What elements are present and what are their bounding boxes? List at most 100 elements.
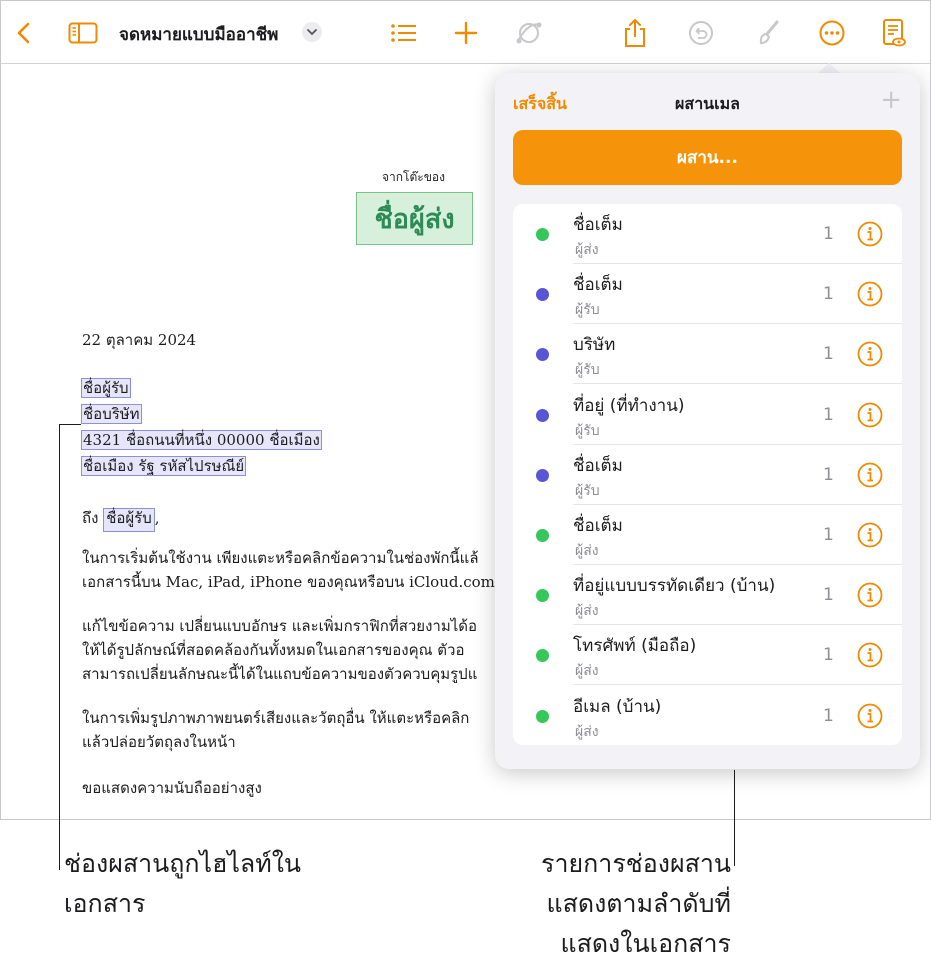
merge-field-row[interactable]: ชื่อเต็มผู้รับ 1 (513, 445, 902, 505)
merge-field-row[interactable]: อีเมล (บ้าน) ผู้ส่ง 1 (513, 686, 902, 745)
done-button[interactable]: เสร็จสิ้น (513, 92, 567, 117)
merge-field-row[interactable]: ชื่อเต็ม ผู้รับ 1 (513, 264, 902, 325)
info-icon[interactable] (857, 642, 883, 668)
info-icon[interactable] (857, 582, 883, 608)
field-name: ที่อยู่แบบบรรทัดเดียว (บ้าน) (573, 576, 776, 597)
field-color-dot (536, 408, 549, 422)
field-name: ชื่อเต็ม (573, 275, 623, 296)
paragraph-line: แก้ไขข้อความ เปลี่ยนแบบอักษร และเพิ่มกรา… (82, 617, 478, 635)
field-name: ที่อยู่ (ที่ทำงาน) (573, 395, 685, 416)
field-source: ผู้รับ (575, 482, 600, 499)
shapes-icon (514, 18, 544, 48)
chevron-down-icon[interactable] (302, 22, 322, 42)
greeting-suffix: , (154, 509, 160, 527)
list-icon[interactable] (389, 18, 419, 48)
greeting-prefix: ถึง (82, 509, 99, 527)
field-source: ผู้ส่ง (575, 603, 599, 620)
field-color-dot (536, 649, 549, 663)
mail-merge-popover: ผสานเมล เสร็จสิ้น + ผสาน... ชื่อเต็ม ผู้ส… (495, 73, 920, 769)
sender-field-text: ชื่อผู้ส่ง (374, 204, 455, 235)
merge-field-list: ชื่อเต็ม ผู้ส่ง 1 ชื่อเต็ม ผู้รับ 1 บริษัท ผู้ร… (513, 204, 902, 745)
letter-date[interactable]: 22 ตุลาคม 2024 (82, 328, 196, 352)
add-field-button: + (880, 85, 902, 115)
field-name: ชื่อเต็ม (573, 455, 623, 476)
field-color-dot (536, 348, 549, 362)
body-paragraph-3[interactable]: ในการเพิ่มรูปภาพภาพยนตร์เสียงและวัตถุอื่… (82, 706, 469, 754)
paragraph-line: ในการเริ่มต้นใช้งาน เพียงแตะหรือคลิกข้อค… (82, 549, 479, 567)
toolbar: จดหมายแบบมืออาชีพ (1, 1, 930, 64)
sidebar-icon[interactable] (68, 18, 98, 48)
field-source: ผู้รับ (575, 422, 600, 439)
paragraph-line: ให้ได้รูปลักษณ์ที่สอดคล้องกันทั้งหมดในเอ… (82, 641, 465, 659)
letter-closing[interactable]: ขอแสดงความนับถืออย่างสูง (82, 776, 262, 800)
field-color-dot (536, 288, 549, 302)
merge-button[interactable]: ผสาน... (513, 130, 902, 185)
field-count: 1 (823, 344, 834, 365)
info-icon[interactable] (857, 462, 883, 488)
field-name: อีเมล (บ้าน) (573, 696, 662, 717)
sender-caption: จากโต๊ะของ (382, 170, 445, 184)
field-count: 1 (823, 645, 834, 666)
merge-field-row[interactable]: โทรศัพท์ (มือถือ) ผู้ส่ง 1 (513, 625, 902, 686)
address-line2-field[interactable]: ชื่อเมือง รัฐ รหัสไปรษณีย์ (81, 456, 247, 476)
merge-field-row[interactable]: ชื่อเต็ม ผู้ส่ง 1 (513, 204, 902, 264)
merge-field-row[interactable]: ที่อยู่ (ที่ทำงาน) ผู้รับ 1 (513, 385, 902, 445)
info-icon[interactable] (857, 522, 883, 548)
field-color-dot (536, 468, 549, 482)
field-count: 1 (823, 464, 834, 485)
sender-merge-field[interactable]: ชื่อผู้ส่ง (356, 192, 473, 245)
recipient-address-block[interactable]: ชื่อผู้รับ ชื่อบริษัท 4321 ชื่อถนนที่หนึ… (81, 376, 322, 480)
chevron-left-icon[interactable] (9, 18, 39, 48)
undo-icon (686, 18, 716, 48)
field-name: ชื่อเต็ม (573, 516, 623, 536)
document-title[interactable]: จดหมายแบบมืออาชีพ (119, 21, 278, 48)
callout-leader-left (59, 424, 60, 870)
field-color-dot (536, 589, 549, 603)
body-paragraph-1[interactable]: ในการเริ่มต้นใช้งาน เพียงแตะหรือคลิกข้อค… (82, 546, 495, 594)
paragraph-line: ในการเพิ่มรูปภาพภาพยนตร์เสียงและวัตถุอื่… (82, 709, 470, 727)
info-icon[interactable] (857, 402, 883, 428)
document-view-icon[interactable] (879, 18, 909, 48)
field-source: ผู้ส่ง (575, 663, 599, 680)
field-source: ผู้ส่ง (575, 242, 599, 258)
merge-field-row[interactable]: บริษัท ผู้รับ 1 (513, 324, 902, 385)
callout-leader-left-top (59, 424, 81, 425)
info-icon[interactable] (857, 281, 883, 307)
callout-line: ช่องผสานถูกไฮไลท์ใน (64, 849, 301, 878)
callout-left: ช่องผสานถูกไฮไลท์ใน เอกสาร (64, 844, 301, 924)
more-icon[interactable] (817, 18, 847, 48)
info-icon[interactable] (857, 221, 883, 247)
body-paragraph-2[interactable]: แก้ไขข้อความ เปลี่ยนแบบอักษร และเพิ่มกรา… (82, 614, 477, 686)
field-count: 1 (823, 705, 834, 726)
paintbrush-icon (753, 18, 783, 48)
field-count: 1 (823, 525, 834, 545)
company-name-field[interactable]: ชื่อบริษัท (81, 404, 142, 424)
share-icon[interactable] (620, 18, 650, 48)
greeting-line[interactable]: ถึง ชื่อผู้รับ, (82, 506, 160, 532)
callout-leader-right (734, 770, 735, 866)
field-count: 1 (823, 585, 834, 606)
field-name: ชื่อเต็ม (573, 215, 623, 235)
callout-line: เอกสาร (64, 889, 146, 918)
callout-right: รายการช่องผสาน แสดงตามลำดับที่ แสดงในเอก… (541, 844, 731, 964)
paragraph-line: สามารถเปลี่ยนลักษณะนี้ได้ในแถบข้อความของ… (82, 665, 478, 683)
field-source: ผู้รับ (575, 362, 600, 379)
field-name: โทรศัพท์ (มือถือ) (573, 636, 697, 657)
field-count: 1 (823, 404, 834, 425)
greeting-recipient-field[interactable]: ชื่อผู้รับ (103, 508, 155, 532)
callout-line: แสดงในเอกสาร (560, 929, 731, 958)
field-source: ผู้ส่ง (575, 543, 599, 559)
paragraph-line: แล้วปล่อยวัตถุลงในหน้า (82, 733, 236, 751)
address-line1-field[interactable]: 4321 ชื่อถนนที่หนึ่ง 00000 ชื่อเมือง (81, 430, 322, 450)
field-color-dot (536, 529, 549, 542)
merge-field-row[interactable]: ที่อยู่แบบบรรทัดเดียว (บ้าน) ผู้ส่ง 1 (513, 565, 902, 626)
callout-line: รายการช่องผสาน (541, 849, 731, 878)
paragraph-line: เอกสารนี้บน Mac, iPad, iPhone ของคุณหรือ… (82, 573, 495, 591)
plus-icon[interactable] (451, 18, 481, 48)
field-source: ผู้รับ (575, 302, 600, 319)
info-icon[interactable] (857, 703, 883, 729)
info-icon[interactable] (857, 341, 883, 367)
app-window: จดหมายแบบมืออาชีพ จากโต๊ะของ ชื่อผู้ส่ง … (0, 0, 931, 820)
merge-field-row[interactable]: ชื่อเต็มผู้ส่ง 1 (513, 505, 902, 565)
recipient-name-field[interactable]: ชื่อผู้รับ (81, 378, 131, 398)
